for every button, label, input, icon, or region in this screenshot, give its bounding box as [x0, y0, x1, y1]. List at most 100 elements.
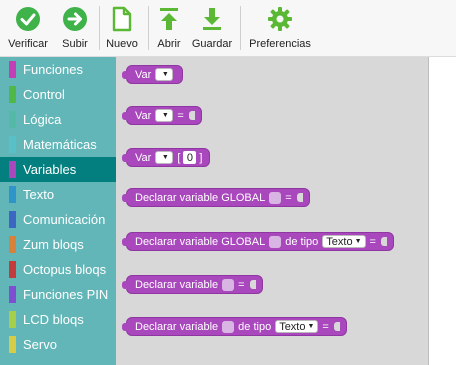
new-document-icon	[112, 6, 132, 32]
category-servo[interactable]: Servo	[0, 332, 116, 357]
category-label: Comunicación	[23, 212, 106, 227]
equals-sign: =	[177, 109, 184, 122]
block-text: Declarar variable	[135, 278, 219, 291]
value-input-notch	[333, 322, 340, 331]
type-dropdown[interactable]: Texto ▼	[275, 320, 319, 333]
equals-sign: =	[285, 191, 292, 204]
type-value: Texto	[279, 320, 306, 333]
category-label: Matemáticas	[23, 137, 97, 152]
upload-button[interactable]: Subir	[60, 6, 90, 54]
category-label: LCD bloqs	[23, 312, 84, 327]
category-label: Funciones PIN	[23, 287, 109, 302]
flyout-border	[428, 57, 429, 365]
category-color-swatch	[9, 136, 16, 153]
category-label: Octopus bloqs	[23, 262, 107, 277]
block-var-index[interactable]: Var ▼ [ 0 ]	[121, 148, 211, 167]
category-label: Lógica	[23, 112, 62, 127]
category-color-swatch	[9, 236, 16, 253]
caret-down-icon: ▼	[161, 154, 169, 161]
block-var-get[interactable]: Var ▼	[121, 65, 184, 84]
save-button[interactable]: Guardar	[192, 6, 232, 54]
new-label: Nuevo	[106, 38, 138, 50]
category-color-swatch	[9, 311, 16, 328]
category-color-swatch	[9, 261, 16, 278]
block-text: Var	[135, 151, 152, 164]
save-label: Guardar	[191, 38, 233, 50]
category-math[interactable]: Matemáticas	[0, 132, 116, 157]
caret-down-icon: ▼	[161, 71, 169, 78]
block-declare-local[interactable]: Declarar variable =	[122, 275, 263, 294]
upload-label: Subir	[62, 38, 88, 50]
index-field[interactable]: 0	[183, 151, 197, 164]
category-communication[interactable]: Comunicación	[0, 207, 116, 232]
block-declare-local-typed[interactable]: Declarar variable de tipo Texto ▼ =	[122, 317, 347, 336]
preferences-label: Preferencias	[249, 38, 311, 50]
category-logic[interactable]: Lógica	[0, 107, 116, 132]
variable-name-field[interactable]	[222, 278, 235, 291]
category-label: Zum bloqs	[23, 237, 84, 252]
open-bracket: [	[177, 151, 181, 164]
variable-name-field[interactable]	[269, 235, 282, 248]
category-color-swatch	[9, 336, 16, 353]
variable-dropdown[interactable]: ▼	[155, 68, 174, 81]
category-lcd-bloqs[interactable]: LCD bloqs	[0, 307, 116, 332]
caret-down-icon: ▼	[354, 238, 362, 245]
value-input-notch	[296, 193, 303, 202]
verify-button[interactable]: Verificar	[8, 6, 48, 54]
variable-name-field[interactable]	[269, 191, 282, 204]
upload-arrow-icon	[160, 8, 178, 30]
type-label: de tipo	[238, 320, 272, 333]
type-dropdown[interactable]: Texto ▼	[322, 235, 366, 248]
block-var-set[interactable]: Var ▼ =	[122, 106, 202, 125]
category-color-swatch	[9, 111, 16, 128]
variable-dropdown[interactable]: ▼	[155, 151, 174, 164]
value-input-notch	[249, 280, 256, 289]
new-button[interactable]: Nuevo	[106, 6, 138, 54]
type-label: de tipo	[285, 235, 319, 248]
category-color-swatch	[9, 211, 16, 228]
open-label: Abrir	[157, 38, 181, 50]
category-color-swatch	[9, 286, 16, 303]
block-text: Var	[135, 109, 152, 122]
check-circle-icon	[16, 7, 40, 31]
equals-sign: =	[369, 235, 376, 248]
value-input-notch	[380, 237, 387, 246]
download-arrow-icon	[203, 8, 221, 30]
caret-down-icon: ▼	[161, 112, 169, 119]
toolbar-separator	[148, 6, 149, 50]
category-color-swatch	[9, 61, 16, 78]
category-functions[interactable]: Funciones	[0, 57, 116, 82]
category-color-swatch	[9, 161, 16, 178]
category-pin-functions[interactable]: Funciones PIN	[0, 282, 116, 307]
close-bracket: ]	[199, 151, 203, 164]
block-flyout: Var ▼ Var ▼ = Var ▼ [ 0 ] Declarar varia…	[116, 57, 428, 365]
category-label: Texto	[23, 187, 55, 202]
toolbar: Verificar Subir Nuevo Abrir Guardar Pref…	[0, 0, 456, 57]
category-variables[interactable]: Variables	[0, 157, 116, 182]
category-octopus-bloqs[interactable]: Octopus bloqs	[0, 257, 116, 282]
open-button[interactable]: Abrir	[155, 6, 183, 54]
category-color-swatch	[9, 86, 16, 103]
category-text[interactable]: Texto	[0, 182, 116, 207]
gear-icon	[268, 7, 292, 31]
block-declare-global[interactable]: Declarar variable GLOBAL =	[122, 188, 310, 207]
category-zum-bloqs[interactable]: Zum bloqs	[0, 232, 116, 257]
variable-dropdown[interactable]: ▼	[155, 109, 174, 122]
category-label: Variables	[23, 162, 77, 177]
type-value: Texto	[326, 235, 353, 248]
variable-name-field[interactable]	[222, 320, 235, 333]
category-label: Control	[23, 87, 65, 102]
category-sidebar: Funciones Control Lógica Matemáticas Var…	[0, 57, 116, 365]
block-declare-global-typed[interactable]: Declarar variable GLOBAL de tipo Texto ▼ …	[122, 232, 394, 251]
category-label: Servo	[23, 337, 57, 352]
category-color-swatch	[9, 186, 16, 203]
category-control[interactable]: Control	[0, 82, 116, 107]
equals-sign: =	[238, 278, 245, 291]
caret-down-icon: ▼	[307, 323, 315, 330]
toolbar-separator	[240, 6, 241, 50]
value-input-notch	[188, 111, 195, 120]
block-text: Declarar variable GLOBAL	[135, 235, 266, 248]
toolbar-separator	[99, 6, 100, 50]
category-label: Funciones	[23, 62, 83, 77]
preferences-button[interactable]: Preferencias	[249, 6, 311, 54]
